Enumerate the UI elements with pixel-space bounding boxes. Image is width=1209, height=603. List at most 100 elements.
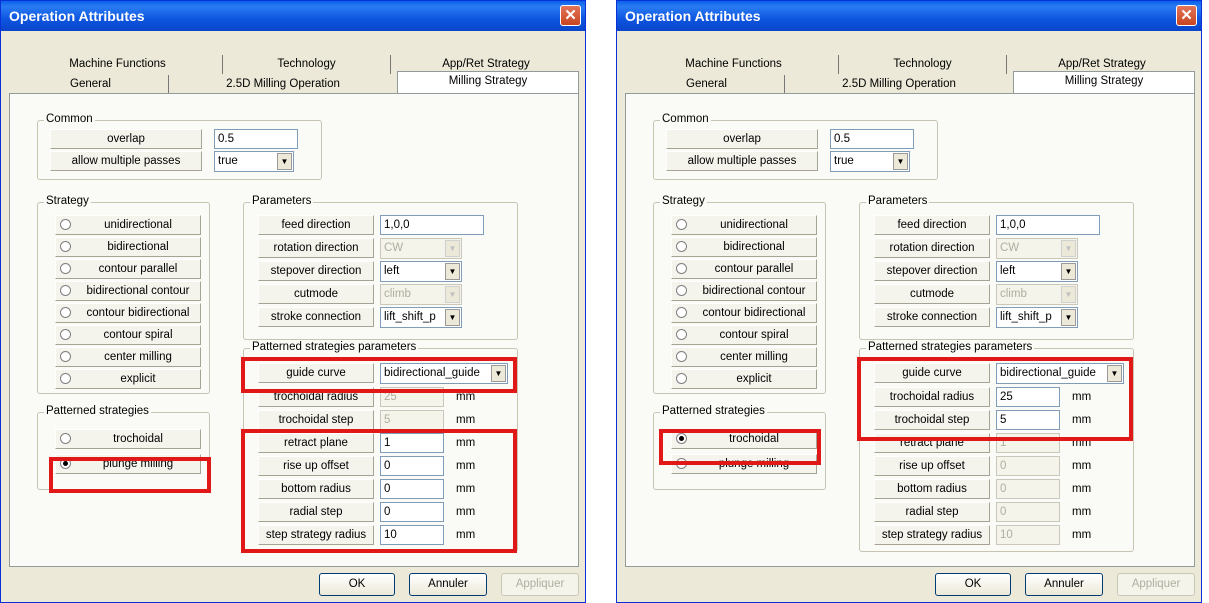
tab-2-5d-milling-operation[interactable]: 2.5D Milling Operation bbox=[169, 75, 397, 94]
stroke-connection-select[interactable]: lift_shift_p ▼ bbox=[996, 307, 1078, 328]
feed-direction-input[interactable]: 1,0,0 bbox=[996, 215, 1100, 235]
unit-label: mm bbox=[1072, 529, 1092, 541]
cancel-button[interactable]: Annuler bbox=[409, 573, 487, 596]
radio-center-milling[interactable]: center milling bbox=[671, 347, 817, 367]
radio-icon bbox=[60, 219, 71, 230]
step-strategy-radius-input[interactable]: 10 bbox=[996, 525, 1060, 545]
radio-contour-spiral[interactable]: contour spiral bbox=[671, 325, 817, 345]
radio-label: contour bidirectional bbox=[702, 307, 806, 319]
radio-icon bbox=[676, 285, 687, 296]
trochoidal-step-input[interactable]: 5 bbox=[380, 410, 444, 430]
radio-icon bbox=[60, 351, 71, 362]
tab-milling-strategy[interactable]: Milling Strategy bbox=[1013, 71, 1195, 95]
multiple-passes-select[interactable]: true ▼ bbox=[214, 151, 294, 172]
highlight-guide-curve bbox=[241, 357, 517, 393]
radio-explicit[interactable]: explicit bbox=[671, 369, 817, 389]
chevron-down-icon[interactable]: ▼ bbox=[277, 153, 292, 170]
operation-attributes-dialog-trochoidal: Operation Attributes ✕ Machine Functions… bbox=[616, 0, 1202, 603]
tab-technology[interactable]: Technology bbox=[839, 55, 1007, 74]
radio-label: unidirectional bbox=[104, 219, 172, 231]
close-icon[interactable]: ✕ bbox=[1176, 5, 1197, 26]
title-bar[interactable]: Operation Attributes ✕ bbox=[617, 1, 1201, 31]
cutmode-label: cutmode bbox=[874, 284, 990, 304]
radio-label: center milling bbox=[104, 351, 172, 363]
radio-icon bbox=[676, 263, 687, 274]
rotation-direction-select[interactable]: CW ▼ bbox=[380, 238, 462, 259]
radio-trochoidal[interactable]: trochoidal bbox=[55, 429, 201, 449]
radio-label: explicit bbox=[736, 373, 772, 385]
radial-step-input[interactable]: 0 bbox=[996, 502, 1060, 522]
common-group: Common overlap 0.5 allow multiple passes… bbox=[37, 113, 322, 180]
radio-icon bbox=[676, 329, 687, 340]
parameters-group-label: Parameters bbox=[866, 195, 930, 207]
multiple-passes-label: allow multiple passes bbox=[666, 151, 818, 171]
rotation-direction-label: rotation direction bbox=[258, 238, 374, 258]
radio-bidirectional-contour[interactable]: bidirectional contour bbox=[55, 281, 201, 301]
overlap-input[interactable]: 0.5 bbox=[214, 129, 298, 149]
bottom-radius-input[interactable]: 0 bbox=[996, 479, 1060, 499]
apply-button[interactable]: Appliquer bbox=[501, 573, 579, 596]
tab-2-5d-milling-operation[interactable]: 2.5D Milling Operation bbox=[785, 75, 1013, 94]
chevron-down-icon[interactable]: ▼ bbox=[445, 263, 460, 280]
radio-contour-bidirectional[interactable]: contour bidirectional bbox=[55, 303, 201, 323]
radio-bidirectional[interactable]: bidirectional bbox=[55, 237, 201, 257]
radio-contour-bidirectional[interactable]: contour bidirectional bbox=[671, 303, 817, 323]
radio-contour-parallel[interactable]: contour parallel bbox=[55, 259, 201, 279]
radio-unidirectional[interactable]: unidirectional bbox=[55, 215, 201, 235]
radio-contour-spiral[interactable]: contour spiral bbox=[55, 325, 201, 345]
radio-bidirectional-contour[interactable]: bidirectional contour bbox=[671, 281, 817, 301]
multiple-passes-select[interactable]: true ▼ bbox=[830, 151, 910, 172]
tab-machine-functions[interactable]: Machine Functions bbox=[629, 55, 839, 74]
chevron-down-icon[interactable]: ▼ bbox=[445, 309, 460, 326]
rise-up-offset-input[interactable]: 0 bbox=[996, 456, 1060, 476]
cutmode-select[interactable]: climb ▼ bbox=[996, 284, 1078, 305]
radio-icon bbox=[676, 351, 687, 362]
radio-icon bbox=[60, 433, 71, 444]
cancel-button[interactable]: Annuler bbox=[1025, 573, 1103, 596]
strategy-group-label: Strategy bbox=[44, 195, 91, 207]
close-icon[interactable]: ✕ bbox=[560, 5, 581, 26]
ok-button[interactable]: OK bbox=[935, 573, 1011, 596]
overlap-input[interactable]: 0.5 bbox=[830, 129, 914, 149]
radio-icon bbox=[60, 373, 71, 384]
parameters-group: Parameters feed direction 1,0,0 rotation… bbox=[859, 195, 1134, 340]
cutmode-select[interactable]: climb ▼ bbox=[380, 284, 462, 305]
unit-label: mm bbox=[1072, 506, 1092, 518]
radio-icon bbox=[60, 329, 71, 340]
highlight-trochoidal-params bbox=[857, 357, 1133, 441]
radio-unidirectional[interactable]: unidirectional bbox=[671, 215, 817, 235]
parameters-group-label: Parameters bbox=[250, 195, 314, 207]
chevron-down-icon[interactable]: ▼ bbox=[893, 153, 908, 170]
unit-label: mm bbox=[1072, 483, 1092, 495]
tab-general[interactable]: General bbox=[13, 75, 169, 94]
multiple-passes-label: allow multiple passes bbox=[50, 151, 202, 171]
highlight-plunge-params bbox=[241, 429, 517, 553]
radio-center-milling[interactable]: center milling bbox=[55, 347, 201, 367]
stepover-direction-select[interactable]: left ▼ bbox=[380, 261, 462, 282]
radio-label: contour bidirectional bbox=[86, 307, 190, 319]
radio-explicit[interactable]: explicit bbox=[55, 369, 201, 389]
multiple-passes-value: true bbox=[834, 155, 854, 167]
common-group-label: Common bbox=[44, 113, 95, 125]
title-bar[interactable]: Operation Attributes ✕ bbox=[1, 1, 585, 31]
feed-direction-input[interactable]: 1,0,0 bbox=[380, 215, 484, 235]
tab-machine-functions[interactable]: Machine Functions bbox=[13, 55, 223, 74]
apply-button[interactable]: Appliquer bbox=[1117, 573, 1195, 596]
radio-bidirectional[interactable]: bidirectional bbox=[671, 237, 817, 257]
radio-label: contour parallel bbox=[714, 263, 794, 275]
radio-icon bbox=[676, 307, 687, 318]
rotation-direction-select[interactable]: CW ▼ bbox=[996, 238, 1078, 259]
stepover-direction-select[interactable]: left ▼ bbox=[996, 261, 1078, 282]
chevron-down-icon[interactable]: ▼ bbox=[1061, 309, 1076, 326]
stroke-connection-select[interactable]: lift_shift_p ▼ bbox=[380, 307, 462, 328]
chevron-down-icon[interactable]: ▼ bbox=[1061, 263, 1076, 280]
ok-button[interactable]: OK bbox=[319, 573, 395, 596]
radio-icon bbox=[676, 241, 687, 252]
tab-milling-strategy[interactable]: Milling Strategy bbox=[397, 71, 579, 95]
patterned-params-label: Patterned strategies parameters bbox=[250, 341, 419, 353]
radio-contour-parallel[interactable]: contour parallel bbox=[671, 259, 817, 279]
highlight-plunge-milling bbox=[49, 457, 211, 493]
tab-technology[interactable]: Technology bbox=[223, 55, 391, 74]
milling-strategy-panel: Common overlap 0.5 allow multiple passes… bbox=[625, 93, 1195, 567]
tab-general[interactable]: General bbox=[629, 75, 785, 94]
